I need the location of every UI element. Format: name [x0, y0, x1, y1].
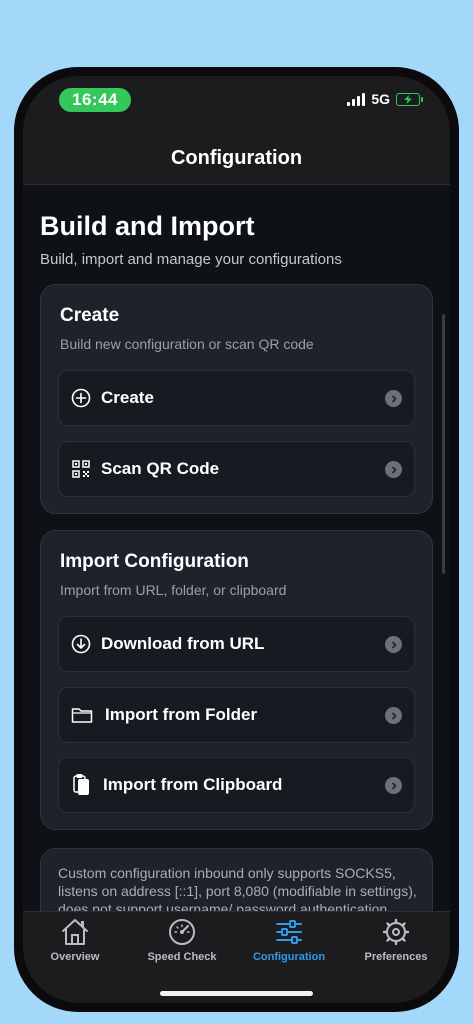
- phone-frame: 16:44 5G Configuration Build and Import …: [14, 67, 459, 1012]
- import-configuration-card: Import Configuration Import from URL, fo…: [40, 530, 433, 830]
- chevron-right-icon: [385, 461, 402, 478]
- chevron-right-icon: [385, 390, 402, 407]
- chevron-right-icon: [385, 707, 402, 724]
- plus-circle-icon: [71, 388, 91, 408]
- tab-bar: Overview Speed Check Configuration Prefe…: [23, 911, 450, 1003]
- tab-overview[interactable]: Overview: [23, 918, 127, 963]
- header-title: Configuration: [170, 147, 303, 169]
- tab-preferences-label: Preferences: [364, 951, 428, 963]
- create-card-title: Create: [60, 305, 120, 326]
- folder-icon: [71, 708, 93, 723]
- import-from-folder-button[interactable]: Import from Folder: [58, 687, 415, 743]
- tab-configuration[interactable]: Configuration: [237, 918, 341, 963]
- download-from-url-label: Download from URL: [101, 634, 265, 653]
- qr-code-icon: [72, 460, 90, 478]
- tab-speed-check-label: Speed Check: [147, 951, 217, 963]
- cellular-signal-icon: [347, 92, 366, 106]
- create-card: Create Build new configuration or scan Q…: [40, 284, 433, 514]
- info-note-card: Custom configuration inbound only suppor…: [40, 848, 433, 911]
- scan-qr-code-label: Scan QR Code: [101, 459, 220, 478]
- chevron-right-icon: [385, 636, 402, 653]
- navigation-header: Configuration: [23, 146, 450, 185]
- create-button[interactable]: Create: [58, 370, 415, 426]
- scan-qr-code-button[interactable]: Scan QR Code: [58, 441, 415, 497]
- import-card-title: Import Configuration: [60, 551, 249, 572]
- status-indicators: 5G: [347, 91, 423, 107]
- tab-preferences[interactable]: Preferences: [344, 918, 448, 963]
- house-icon: [62, 919, 88, 945]
- import-from-folder-label: Import from Folder: [105, 705, 258, 724]
- download-circle-icon: [71, 634, 91, 654]
- scrollbar[interactable]: [442, 314, 445, 574]
- import-card-subtitle: Import from URL, folder, or clipboard: [60, 582, 287, 598]
- tab-overview-label: Overview: [50, 951, 100, 963]
- import-from-clipboard-button[interactable]: Import from Clipboard: [58, 757, 415, 813]
- tab-speed-check[interactable]: Speed Check: [130, 918, 234, 963]
- clipboard-icon: [73, 774, 89, 795]
- main-content[interactable]: Build and Import Build, import and manag…: [23, 184, 450, 911]
- create-card-subtitle: Build new configuration or scan QR code: [60, 336, 314, 352]
- screen: 16:44 5G Configuration Build and Import …: [23, 76, 450, 1003]
- network-type: 5G: [371, 91, 390, 107]
- create-button-label: Create: [101, 388, 154, 407]
- home-indicator[interactable]: [160, 991, 313, 996]
- page-title: Build and Import: [40, 211, 255, 241]
- download-from-url-button[interactable]: Download from URL: [58, 616, 415, 672]
- page-subtitle: Build, import and manage your configurat…: [40, 251, 342, 268]
- import-from-clipboard-label: Import from Clipboard: [103, 775, 283, 794]
- info-note-text: Custom configuration inbound only suppor…: [58, 865, 417, 911]
- speedometer-icon: [169, 919, 195, 945]
- status-time: 16:44: [59, 88, 131, 112]
- gear-icon: [382, 918, 410, 946]
- status-bar: 16:44 5G: [23, 76, 450, 146]
- tab-configuration-label: Configuration: [252, 951, 326, 963]
- battery-charging-icon: [396, 92, 423, 106]
- chevron-right-icon: [385, 777, 402, 794]
- sliders-icon: [276, 920, 302, 944]
